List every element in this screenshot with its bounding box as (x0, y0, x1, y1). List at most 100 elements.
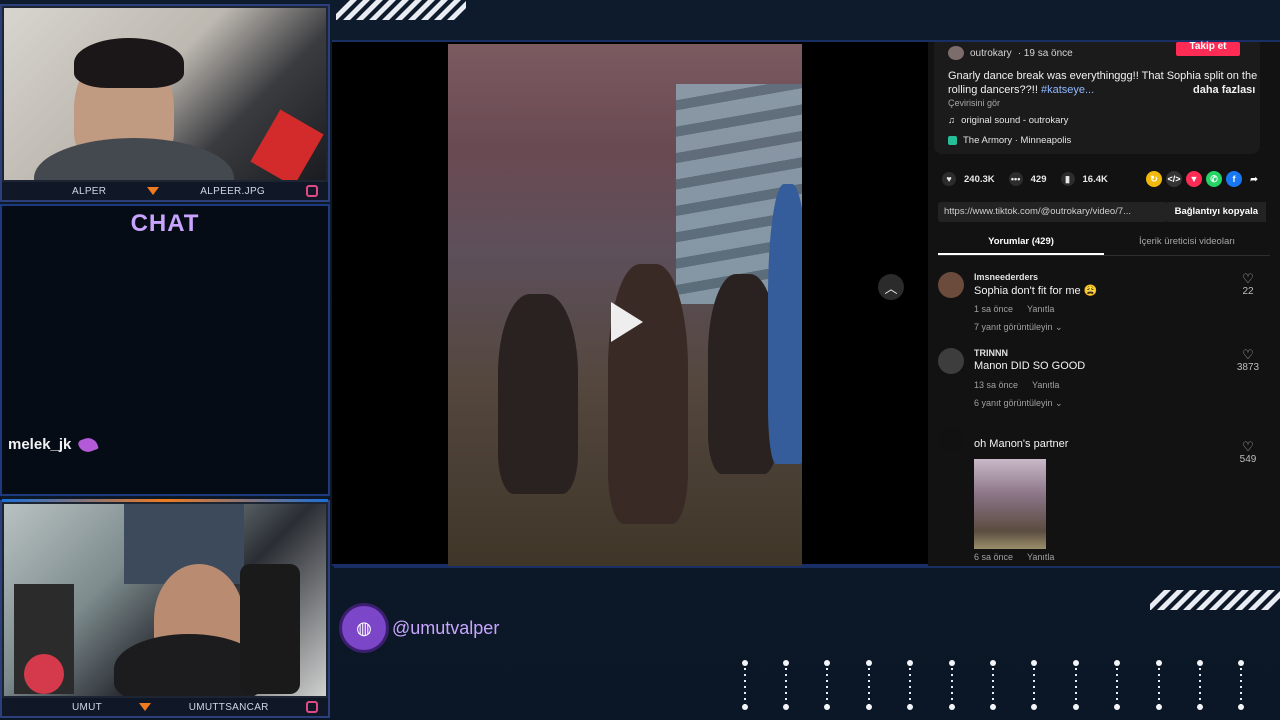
heart-icon[interactable]: ♡ (1228, 348, 1268, 362)
webcam-bottom: UMUT UMUTTSANCAR (0, 499, 330, 718)
tick-mark (866, 660, 872, 710)
avatar[interactable] (938, 348, 964, 374)
heart-icon[interactable]: ♡ (1228, 440, 1268, 454)
author-name[interactable]: outrokary (970, 48, 1012, 59)
webcam-bottom-name: UMUT (72, 701, 103, 713)
comment-time: 13 sa önce (974, 380, 1019, 390)
comment-like-count: 549 (1239, 454, 1257, 465)
copy-link-button[interactable]: Bağlantıyı kopyala (1166, 202, 1266, 222)
reply-link[interactable]: Yanıtla (1027, 552, 1054, 562)
comment-time: 6 sa önce (974, 552, 1014, 562)
bookmark-icon[interactable]: ▮ (1060, 172, 1075, 186)
comment-item: oh Manon's partner 6 sa önce Yanıtla ♡ 549 (938, 426, 1278, 566)
share-arrow-icon[interactable]: ➦ (1246, 171, 1262, 187)
webcam-accent-line (2, 499, 328, 502)
comment-count: 429 (1030, 173, 1047, 185)
comment-text: Manon DID SO GOOD (974, 360, 1086, 372)
like-stat[interactable]: ♥ 240.3K (942, 172, 995, 186)
webcam-feed-alper (4, 8, 326, 180)
globe-icon: ◍ (342, 606, 386, 650)
chat-title: CHAT (130, 210, 200, 237)
comment-username[interactable]: TRINNN (974, 348, 1008, 358)
translate-link[interactable]: Çevirisini gör (948, 98, 1000, 108)
location-row[interactable]: The Armory · Minneapolis (948, 135, 1071, 146)
view-replies-link[interactable]: 6 yanıt görüntüleyin ⌄ (974, 398, 1063, 409)
comment-image[interactable] (974, 459, 1046, 549)
chevron-up-icon[interactable]: ︿ (878, 274, 904, 300)
webcam-top-name: ALPER (72, 185, 107, 197)
chat-panel: CHAT melek_jk (0, 204, 330, 496)
tab-creator-videos[interactable]: İçerik üreticisi videoları (1104, 230, 1270, 255)
triangle-icon (139, 703, 152, 711)
link-row: https://www.tiktok.com/@outrokary/video/… (938, 202, 1266, 222)
play-icon[interactable] (611, 302, 643, 342)
hashtag-link[interactable]: #katseye... (1041, 84, 1094, 96)
tiktok-side-panel: outrokary · 19 sa önce Takip et Gnarly d… (928, 42, 1280, 566)
video-info-card: outrokary · 19 sa önce Takip et Gnarly d… (934, 42, 1260, 154)
comment-like[interactable]: ♡ 549 (1228, 440, 1268, 466)
comment-text: oh Manon's partner (974, 438, 1069, 450)
browser-capture: ︿ outrokary · 19 sa önce Takip et Gnarly… (332, 40, 1280, 566)
view-replies-link[interactable]: 7 yanıt görüntüleyin ⌄ (974, 322, 1063, 333)
comment-icon[interactable]: ••• (1008, 172, 1023, 186)
avatar[interactable] (938, 272, 964, 298)
heart-icon[interactable]: ♥ (942, 172, 956, 186)
whatsapp-icon[interactable]: ✆ (1206, 171, 1222, 187)
tiktok-video[interactable] (448, 44, 802, 566)
engagement-bar: ♥ 240.3K ••• 429 ▮ 16.4K ↻ </> ▼ ✆ f ➦ (942, 170, 1262, 188)
location-icon (948, 136, 957, 145)
send-icon[interactable]: ▼ (1186, 171, 1202, 187)
comment-like-count: 22 (1242, 286, 1254, 297)
tick-mark (1073, 660, 1079, 710)
sound-row[interactable]: ♫ original sound - outrokary (948, 115, 1068, 126)
avatar[interactable] (948, 46, 964, 60)
share-icons: ↻ </> ▼ ✆ f ➦ (1146, 171, 1262, 187)
tick-mark (949, 660, 955, 710)
emote-icon (77, 434, 100, 455)
tick-mark (1238, 660, 1244, 710)
facebook-icon[interactable]: f (1226, 171, 1242, 187)
chat-username: melek_jk (8, 436, 72, 453)
repost-icon[interactable]: ↻ (1146, 171, 1162, 187)
comment-item: lmsneederders Sophia don't fit for me 😩 … (938, 272, 1278, 342)
comment-meta: 1 sa önce Yanıtla (974, 304, 1054, 314)
tick-mark (1156, 660, 1162, 710)
webcam-top-handle: ALPEER.JPG (200, 185, 265, 197)
reply-link[interactable]: Yanıtla (1027, 304, 1054, 314)
comment-item: TRINNN Manon DID SO GOOD 13 sa önce Yanıt… (938, 348, 1278, 418)
decorative-ticks (740, 660, 1250, 710)
video-link-field[interactable]: https://www.tiktok.com/@outrokary/video/… (938, 202, 1167, 222)
webcam-bottom-namebar: UMUT UMUTTSANCAR (2, 698, 328, 716)
chat-message: melek_jk (8, 434, 100, 455)
comment-username[interactable]: lmsneederders (974, 272, 1038, 282)
like-count: 240.3K (964, 173, 995, 185)
save-stat[interactable]: ▮ 16.4K (1060, 172, 1108, 186)
tick-mark (783, 660, 789, 710)
comment-stat[interactable]: ••• 429 (1008, 172, 1047, 186)
webcam-feed-umut (4, 504, 326, 696)
location-name[interactable]: The Armory · Minneapolis (963, 135, 1071, 146)
tick-mark (1031, 660, 1037, 710)
instagram-icon (306, 701, 318, 713)
comment-like[interactable]: ♡ 3873 (1228, 348, 1268, 374)
save-count: 16.4K (1082, 173, 1108, 185)
avatar[interactable] (938, 426, 964, 452)
author-row[interactable]: outrokary · 19 sa önce (948, 46, 1073, 60)
more-link[interactable]: daha fazlası (1193, 83, 1255, 97)
video-dancer (768, 184, 802, 464)
webcam-top: ALPER ALPEER.JPG (0, 4, 330, 202)
social-handle: ◍ @umutvalper (342, 606, 499, 650)
heart-icon[interactable]: ♡ (1228, 272, 1268, 286)
webcam-bottom-handle: UMUTTSANCAR (188, 701, 269, 713)
triangle-icon (147, 187, 160, 195)
tab-comments[interactable]: Yorumlar (429) (938, 230, 1104, 255)
divider-line (334, 566, 1280, 568)
panel-tabs: Yorumlar (429) İçerik üreticisi videolar… (938, 230, 1270, 256)
sound-name[interactable]: original sound - outrokary (961, 115, 1068, 126)
embed-icon[interactable]: </> (1166, 171, 1182, 187)
post-time: · 19 sa önce (1017, 47, 1073, 59)
comment-like[interactable]: ♡ 22 (1228, 272, 1268, 298)
tick-mark (990, 660, 996, 710)
follow-button[interactable]: Takip et (1176, 42, 1240, 56)
reply-link[interactable]: Yanıtla (1032, 380, 1059, 390)
